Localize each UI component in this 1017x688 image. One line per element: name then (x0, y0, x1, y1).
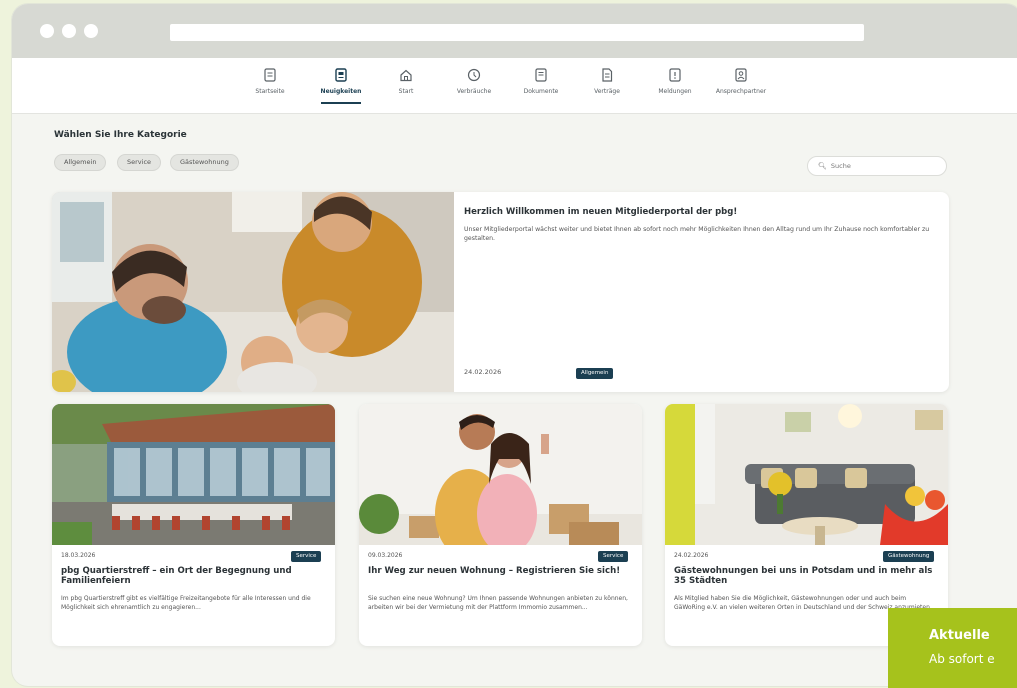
address-bar[interactable] (170, 24, 864, 41)
category-heading: Wählen Sie Ihre Kategorie (54, 130, 187, 140)
notification-text: Ab sofort e (929, 652, 995, 666)
notification-title: Aktuelle (929, 628, 990, 643)
contract-icon (602, 68, 613, 82)
featured-news-date: 24.02.2026 (464, 368, 502, 376)
chip-allgemein[interactable]: Allgemein (54, 154, 107, 171)
search-icon: 🔍︎ (818, 162, 827, 170)
window-dot[interactable] (40, 24, 54, 38)
window-dot[interactable] (62, 24, 76, 38)
category-badge: Service (291, 551, 322, 562)
category-badge: Allgemein (576, 368, 614, 379)
nav-item-start[interactable]: Start (374, 68, 438, 95)
featured-news-card[interactable]: Herzlich Willkommen im neuen Mitgliederp… (52, 192, 949, 392)
window-chrome (12, 4, 1017, 58)
news-date: 18.03.2026 (61, 552, 96, 559)
quartierstreff-photo (52, 404, 335, 545)
news-excerpt: Sie suchen eine neue Wohnung? Um Ihnen p… (368, 595, 628, 611)
nav-label: Neuigkeiten (320, 88, 362, 95)
nav-label: Verträge (594, 88, 620, 95)
news-card[interactable]: 09.03.2026 Service Ihr Weg zur neuen Woh… (359, 404, 642, 646)
category-badge: Gästewohnung (883, 551, 935, 562)
report-icon (669, 68, 681, 82)
document-icon (264, 68, 276, 82)
news-title: pbg Quartierstreff – ein Ort der Begegnu… (61, 566, 292, 586)
search-placeholder: Suche (830, 162, 851, 170)
guest-apartment-photo (665, 404, 948, 545)
news-excerpt: Im pbg Quartierstreff gibt es vielfältig… (61, 595, 311, 611)
notification-banner[interactable]: Aktuelle Ab sofort e (888, 608, 1017, 688)
window-dot[interactable] (84, 24, 98, 38)
chip-service[interactable]: Service (117, 154, 162, 171)
news-icon (335, 68, 347, 82)
top-navigation: Startseite Neuigkeiten Start Verbräuche … (12, 58, 1017, 114)
nav-label: Dokumente (523, 88, 559, 95)
nav-label: Ansprechpartner (715, 88, 767, 95)
nav-label: Verbräuche (456, 88, 492, 95)
nav-item-dokumente[interactable]: Dokumente (509, 68, 573, 95)
nav-item-startseite[interactable]: Startseite (238, 68, 302, 95)
nav-item-meldungen[interactable]: Meldungen (643, 68, 707, 95)
news-title: Ihr Weg zur neuen Wohnung – Registrieren… (368, 566, 621, 576)
nav-item-ansprechpartner[interactable]: Ansprechpartner (709, 68, 773, 95)
nav-label: Start (398, 88, 414, 95)
news-card[interactable]: 18.03.2026 Service pbg Quartierstreff – … (52, 404, 335, 646)
chip-gaestewohnung[interactable]: Gästewohnung (170, 154, 239, 171)
featured-news-title: Herzlich Willkommen im neuen Mitgliederp… (464, 207, 738, 217)
news-date: 09.03.2026 (368, 552, 403, 559)
news-title: Gästewohnungen bei uns in Potsdam und in… (674, 566, 933, 586)
family-photo (52, 192, 454, 392)
consumption-icon (467, 68, 481, 82)
nav-item-verbraeuche[interactable]: Verbräuche (442, 68, 506, 95)
nav-item-vertraege[interactable]: Verträge (575, 68, 639, 95)
home-icon (400, 69, 412, 82)
category-badge: Service (598, 551, 629, 562)
nav-label: Startseite (255, 88, 285, 95)
search-input[interactable]: 🔍︎ Suche (807, 156, 947, 176)
nav-item-neuigkeiten[interactable]: Neuigkeiten (309, 68, 373, 104)
couple-photo (359, 404, 642, 545)
document-icon (535, 68, 547, 82)
nav-label: Meldungen (658, 88, 692, 95)
featured-news-text: Unser Mitgliederportal wächst weiter und… (464, 226, 930, 242)
contact-icon (735, 68, 747, 82)
browser-window: Startseite Neuigkeiten Start Verbräuche … (12, 4, 1017, 686)
news-date: 24.02.2026 (674, 552, 709, 559)
